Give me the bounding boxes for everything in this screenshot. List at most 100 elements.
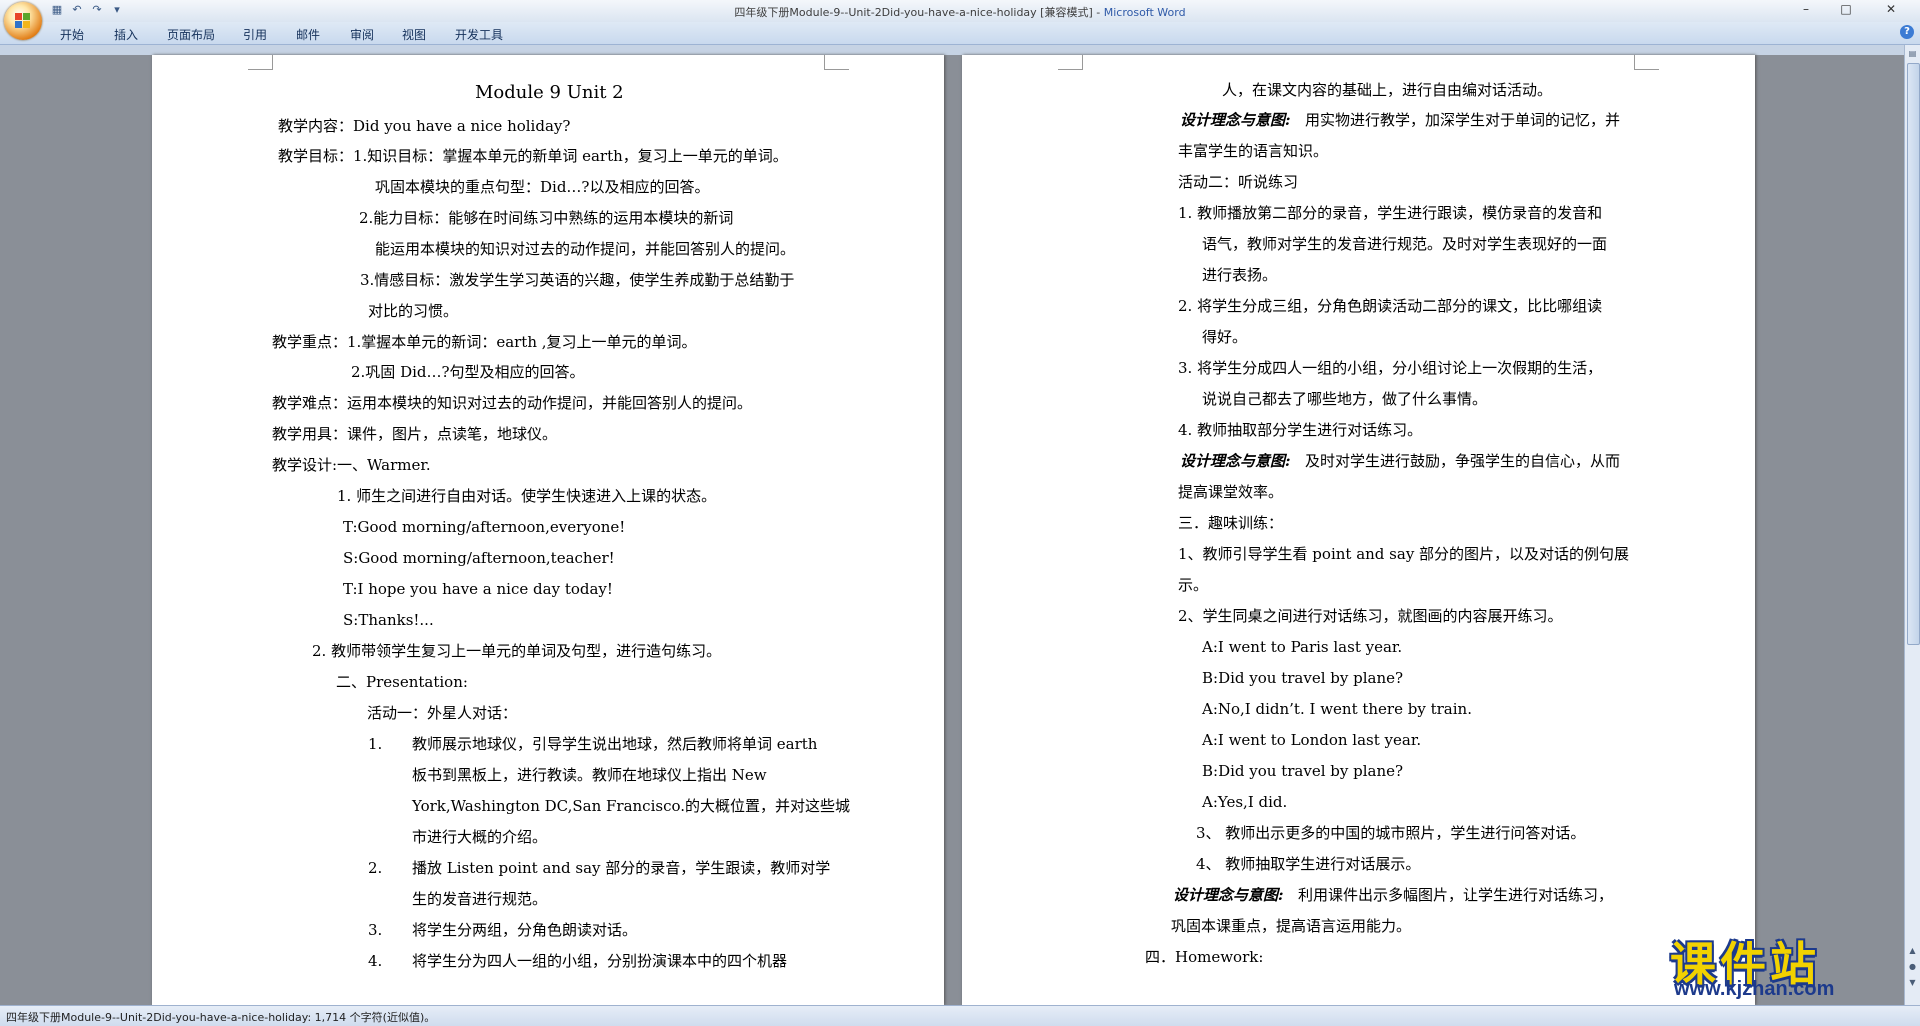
app-name: Microsoft Word [1103, 6, 1186, 19]
top-margin-strip [0, 45, 1904, 55]
text-line: 2. 将学生分成三组，分角色朗读活动二部分的课文，比比哪组读 [1178, 297, 1603, 315]
text-line: 2、学生同桌之间进行对话练习，就图画的内容展开练习。 [1178, 607, 1563, 625]
text-line: 二、Presentation: [336, 673, 468, 691]
page-1[interactable]: Module 9 Unit 2 教学内容：Did you have a nice… [152, 55, 944, 1005]
text-line: 2.能力目标：能够在时间练习中熟练的运用本模块的新词 [359, 209, 734, 227]
crop-mark [1634, 55, 1659, 70]
list-number: 2. [368, 859, 383, 877]
window-title: 四年级下册Module-9--Unit-2Did-you-have-a-nice… [0, 4, 1920, 20]
word-count-status[interactable]: 四年级下册Module-9--Unit-2Did-you-have-a-nice… [6, 1009, 435, 1025]
text-line: 三．趣味训练： [1178, 514, 1284, 532]
tab-review[interactable]: 审阅 [350, 26, 374, 43]
text-line: 教师展示地球仪，引导学生说出地球，然后教师将单词 earth [412, 735, 818, 753]
watermark-logo: 课件站 www.kjzhan.com [1670, 928, 1900, 1000]
title-bar: ▦ ↶ ↷ ▾ 四年级下册Module-9--Unit-2Did-you-hav… [0, 0, 1920, 22]
design-intent-label: 设计理念与意图: [1180, 452, 1291, 470]
text-line: 得好。 [1202, 328, 1248, 346]
text-line: 板书到黑板上，进行教读。教师在地球仪上指出 New [412, 766, 767, 784]
text-line: 利用课件出示多幅图片，让学生进行对话练习， [1298, 886, 1614, 904]
dialogue-line: B:Did you travel by plane? [1202, 762, 1404, 780]
text-line: 1. 教师播放第二部分的录音，学生进行跟读，模仿录音的发音和 [1178, 204, 1603, 222]
list-number: 3. [368, 921, 383, 939]
text-line: 3.情感目标：激发学生学习英语的兴趣，使学生养成勤于总结勤于 [360, 271, 795, 289]
text-line: T:I hope you have a nice day today! [343, 580, 613, 598]
document-heading: Module 9 Unit 2 [475, 82, 624, 103]
document-title: 四年级下册Module-9--Unit-2Did-you-have-a-nice… [734, 6, 1104, 19]
dialogue-line: A:I went to London last year. [1202, 731, 1422, 749]
text-line: 4、 教师抽取学生进行对话展示。 [1196, 855, 1421, 873]
text-line: 进行表扬。 [1202, 266, 1278, 284]
dialogue-line: B:Did you travel by plane? [1202, 669, 1404, 687]
text-line: 2.巩固 Did…?句型及相应的回答。 [351, 363, 585, 381]
tab-mailings[interactable]: 邮件 [296, 26, 320, 43]
dialogue-line: A:I went to Paris last year. [1202, 638, 1403, 656]
tab-developer[interactable]: 开发工具 [455, 26, 503, 43]
tab-insert[interactable]: 插入 [114, 26, 138, 43]
text-line: 教学内容：Did you have a nice holiday? [278, 117, 571, 135]
crop-mark [248, 55, 273, 70]
text-line: T:Good morning/afternoon,everyone! [343, 518, 626, 536]
text-line: 教学目标：1.知识目标：掌握本单元的新单词 earth，复习上一单元的单词。 [278, 147, 788, 165]
text-line: S:Good morning/afternoon,teacher! [343, 549, 615, 567]
tab-view[interactable]: 视图 [402, 26, 426, 43]
text-line: 示。 [1178, 576, 1209, 594]
crop-mark [1058, 55, 1083, 70]
text-line: 教学难点：运用本模块的知识对过去的动作提问，并能回答别人的提问。 [272, 394, 753, 412]
text-line: 用实物进行教学，加深学生对于单词的记忆，并 [1305, 111, 1621, 129]
text-line: 对比的习惯。 [368, 302, 459, 320]
close-icon[interactable]: ✕ [1866, 0, 1916, 18]
dialogue-line: A:No,I didn’t. I went there by train. [1202, 700, 1472, 718]
page-2[interactable]: 人，在课文内容的基础上，进行自由编对话活动。 设计理念与意图: 用实物进行教学，… [962, 55, 1755, 1005]
text-line: 教学重点：1.掌握本单元的新词：earth ,复习上一单元的单词。 [272, 333, 697, 351]
select-browse-object-icon[interactable]: ● [1907, 961, 1918, 973]
text-line: 1. 师生之间进行自由对话。使学生快速进入上课的状态。 [337, 487, 717, 505]
text-line: 3、 教师出示更多的中国的城市照片，学生进行问答对话。 [1196, 824, 1586, 842]
tab-page-layout[interactable]: 页面布局 [167, 26, 215, 43]
crop-mark [824, 55, 849, 70]
text-line: 巩固本课重点，提高语言运用能力。 [1171, 917, 1412, 935]
text-line: 人，在课文内容的基础上，进行自由编对话活动。 [1222, 81, 1553, 99]
list-number: 4. [368, 952, 383, 970]
text-line: 四．Homework: [1145, 948, 1264, 966]
help-icon[interactable]: ? [1900, 25, 1914, 39]
scrollbar-thumb[interactable] [1907, 63, 1920, 645]
vertical-scrollbar[interactable]: ▤ ▲ ● ▼ [1904, 45, 1920, 1005]
text-line: 教学设计:一、Warmer. [272, 456, 431, 474]
text-line: 2. 教师带领学生复习上一单元的单词及句型，进行造句练习。 [312, 642, 722, 660]
text-line: 生的发音进行规范。 [412, 890, 548, 908]
text-line: 活动二：听说练习 [1178, 173, 1299, 191]
text-line: 提高课堂效率。 [1178, 483, 1284, 501]
text-line: 语气，教师对学生的发音进行规范。及时对学生表现好的一面 [1202, 235, 1608, 253]
text-line: 将学生分为四人一组的小组，分别扮演课本中的四个机器 [412, 952, 788, 970]
text-line: 及时对学生进行鼓励，争强学生的自信心，从而 [1305, 452, 1621, 470]
ribbon-tabs: 开始 插入 页面布局 引用 邮件 审阅 视图 开发工具 ? [0, 22, 1920, 45]
previous-page-icon[interactable]: ▲ [1907, 945, 1918, 957]
text-line: 1、教师引导学生看 point and say 部分的图片，以及对话的例句展 [1178, 545, 1630, 563]
office-button[interactable] [4, 2, 42, 40]
text-line: 能运用本模块的知识对过去的动作提问，并能回答别人的提问。 [375, 240, 796, 258]
text-line: 活动一：外星人对话： [367, 704, 518, 722]
text-line: 教学用具：课件，图片，点读笔，地球仪。 [272, 425, 558, 443]
tab-references[interactable]: 引用 [243, 26, 267, 43]
ruler-toggle-icon[interactable]: ▤ [1907, 48, 1918, 60]
text-line: 丰富学生的语言知识。 [1178, 142, 1329, 160]
text-line: 巩固本模块的重点句型：Did…?以及相应的回答。 [375, 178, 710, 196]
list-number: 1. [368, 735, 383, 753]
window-controls: – □ ✕ [1786, 0, 1916, 18]
text-line: 市进行大概的介绍。 [412, 828, 548, 846]
maximize-icon[interactable]: □ [1826, 0, 1866, 18]
design-intent-label: 设计理念与意图: [1173, 886, 1284, 904]
minimize-icon[interactable]: – [1786, 0, 1826, 18]
next-page-icon[interactable]: ▼ [1907, 977, 1918, 989]
text-line: 说说自己都去了哪些地方，做了什么事情。 [1202, 390, 1488, 408]
design-intent-label: 设计理念与意图: [1180, 111, 1291, 129]
text-line: York,Washington DC,San Francisco.的大概位置，并… [412, 797, 851, 815]
status-bar: 四年级下册Module-9--Unit-2Did-you-have-a-nice… [0, 1005, 1920, 1026]
text-line: 3. 将学生分成四人一组的小组，分小组讨论上一次假期的生活， [1178, 359, 1603, 377]
dialogue-line: A:Yes,I did. [1202, 793, 1288, 811]
text-line: 将学生分两组，分角色朗读对话。 [412, 921, 638, 939]
text-line: 播放 Listen point and say 部分的录音，学生跟读，教师对学 [412, 859, 831, 877]
text-line: S:Thanks!... [343, 611, 434, 629]
tab-home[interactable]: 开始 [60, 26, 84, 43]
text-line: 4. 教师抽取部分学生进行对话练习。 [1178, 421, 1423, 439]
